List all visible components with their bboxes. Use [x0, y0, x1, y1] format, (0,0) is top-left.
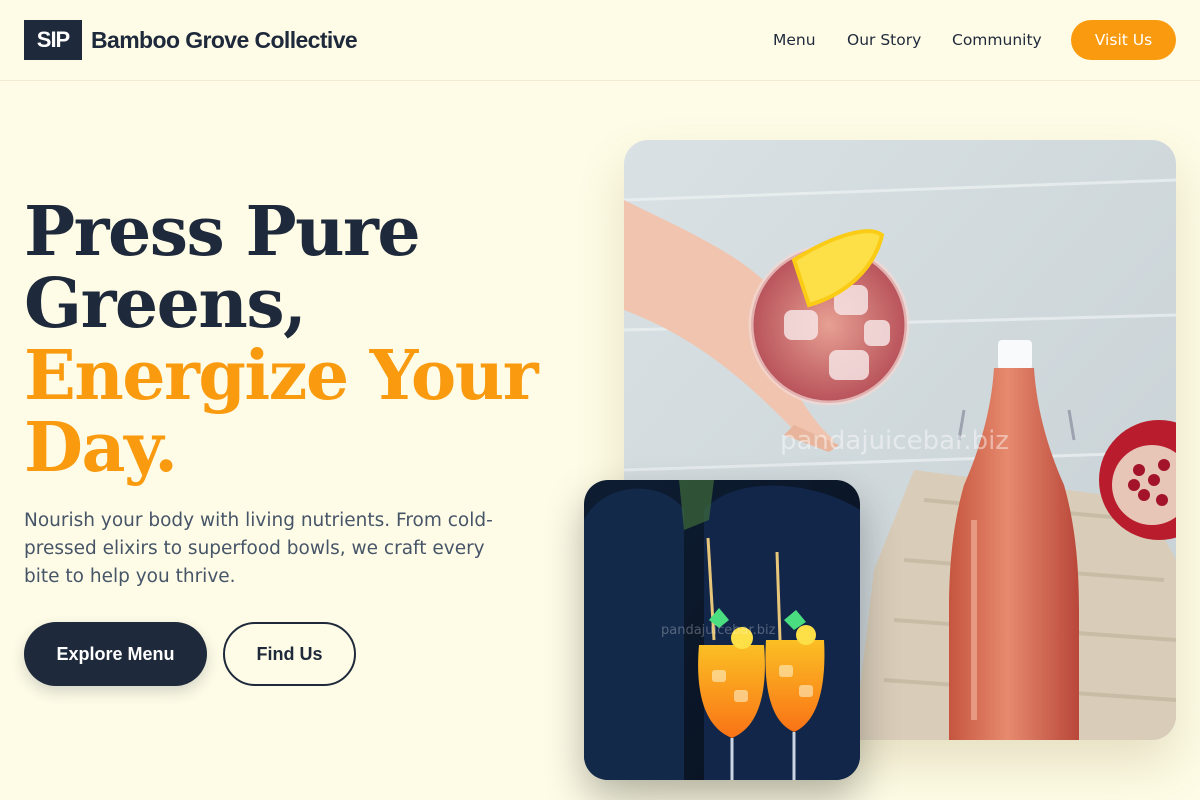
hero-title-accent-line: Energize Your: [24, 336, 539, 416]
nav-link-our-story[interactable]: Our Story: [847, 28, 921, 52]
hero-description: Nourish your body with living nutrients.…: [24, 510, 493, 587]
cocktail-photo: [584, 480, 860, 780]
brand-name[interactable]: Bamboo Grove Collective: [91, 24, 358, 56]
find-us-button[interactable]: Find Us: [223, 622, 356, 686]
hero-photo-secondary: pandajuicebar.biz: [584, 480, 860, 780]
site-header: SIP Bamboo Grove Collective Menu Our Sto…: [0, 0, 1200, 81]
hero-title: Press Pure Greens, Energize Your Day.: [24, 196, 564, 484]
hero-title-line: Greens,: [24, 264, 307, 344]
logo-badge[interactable]: SIP: [24, 20, 82, 60]
explore-menu-button[interactable]: Explore Menu: [24, 622, 207, 686]
visit-us-button[interactable]: Visit Us: [1071, 20, 1176, 60]
nav-link-community[interactable]: Community: [952, 28, 1042, 52]
hero-title-line: Press Pure: [24, 192, 421, 272]
hero-title-accent-line: Day.: [24, 408, 178, 488]
nav-link-menu[interactable]: Menu: [773, 28, 816, 52]
